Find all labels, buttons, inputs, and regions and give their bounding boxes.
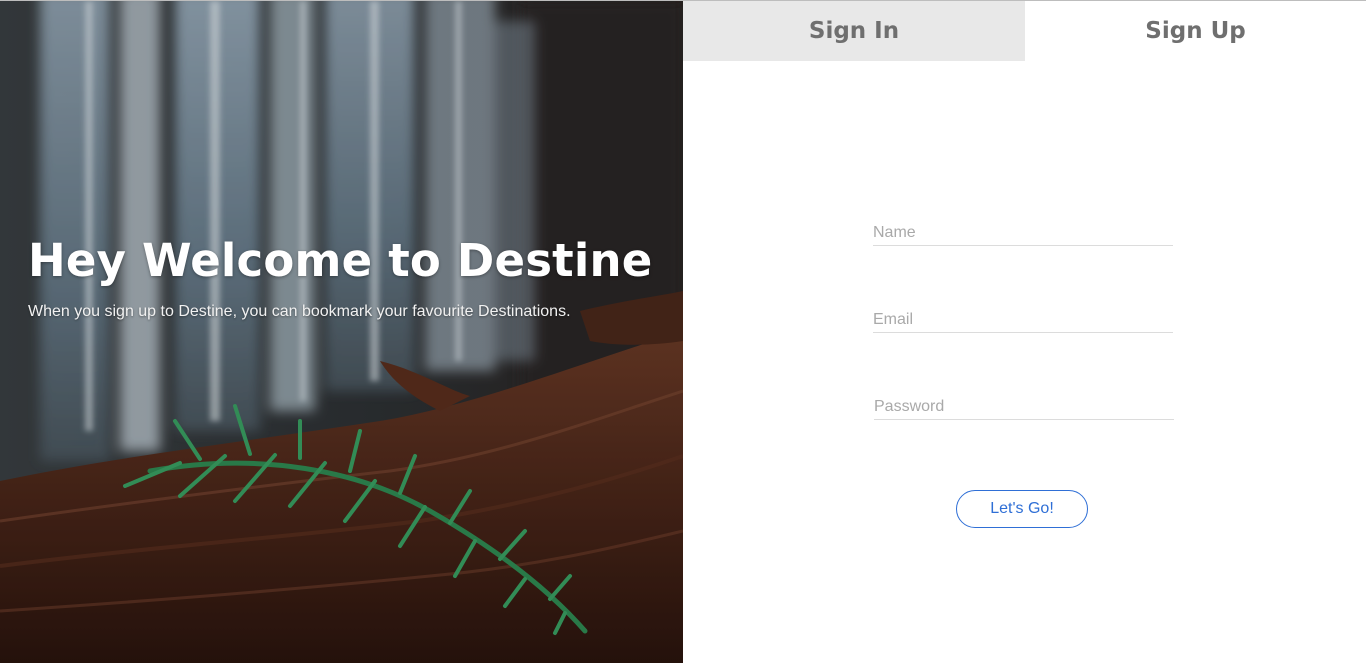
name-field[interactable] — [873, 221, 1173, 246]
lets-go-button[interactable]: Let's Go! — [956, 490, 1088, 528]
hero-panel: Hey Welcome to Destine When you sign up … — [0, 1, 683, 663]
signup-page: Hey Welcome to Destine When you sign up … — [0, 0, 1366, 663]
hero-background-image — [0, 1, 683, 663]
password-field[interactable] — [874, 395, 1174, 420]
signup-form: Let's Go! — [683, 1, 1366, 663]
auth-panel: Sign In Sign Up Let's Go! — [683, 1, 1366, 663]
email-field[interactable] — [873, 308, 1173, 333]
hero-title: Hey Welcome to Destine — [28, 234, 653, 287]
hero-text: Hey Welcome to Destine When you sign up … — [28, 229, 668, 323]
hero-subtitle: When you sign up to Destine, you can boo… — [28, 303, 571, 320]
